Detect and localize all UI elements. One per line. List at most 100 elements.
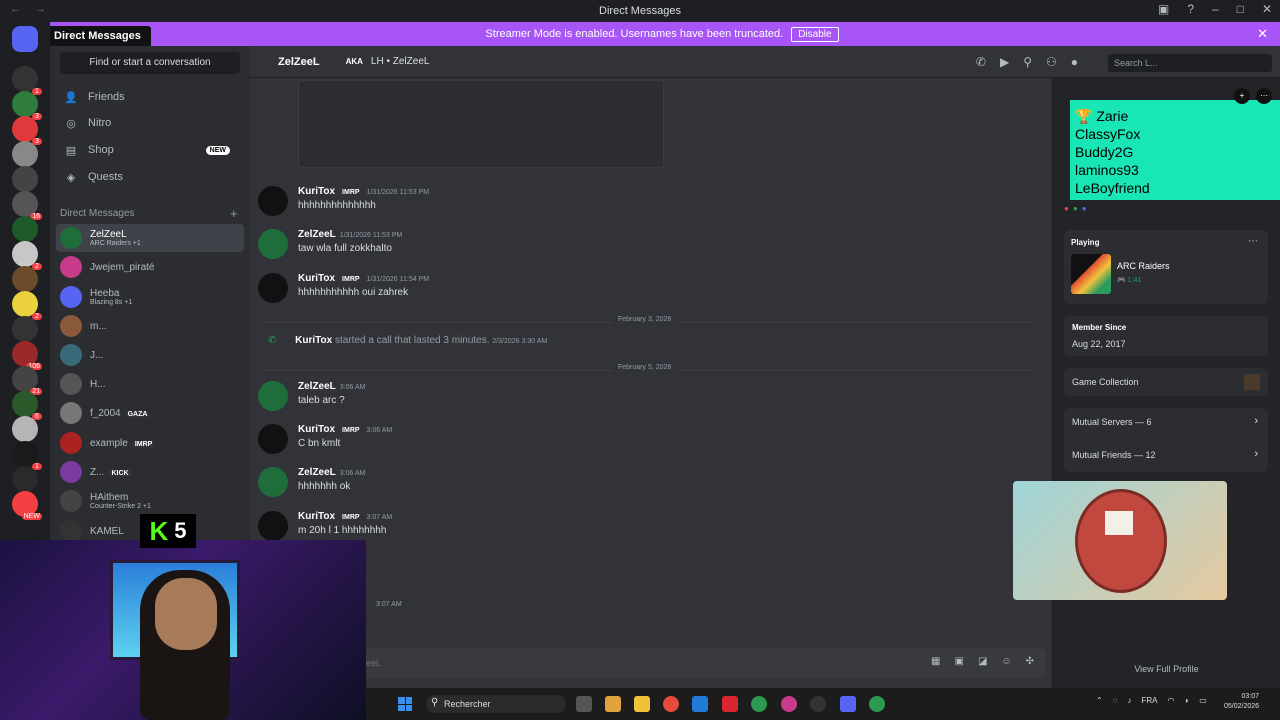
mutual-servers[interactable]: Mutual Servers — 6 bbox=[1072, 417, 1152, 427]
discord-home-icon[interactable] bbox=[12, 26, 38, 52]
emoji-icon[interactable]: ☺ bbox=[1001, 656, 1011, 667]
server-icon[interactable]: 1 bbox=[12, 441, 42, 470]
chat-message[interactable]: ZelZeeL 1/31/2026 11:53 PM taw wla full zo… bbox=[258, 229, 1038, 259]
dm-item[interactable]: Jwejem_piraté bbox=[56, 253, 244, 281]
chat-message[interactable]: KuriTox IMRP 1/31/2026 11:54 PM hhhhhhhhhhh… bbox=[258, 273, 1038, 303]
discord-taskbar-icon[interactable] bbox=[840, 696, 856, 712]
pinned-messages-icon[interactable]: ⚲ bbox=[1023, 55, 1032, 69]
dm-item[interactable]: f_2004 GAZA bbox=[56, 399, 244, 427]
taskbar-clock[interactable]: 03:07 05/02/2026 bbox=[1224, 692, 1259, 712]
game-collection-card[interactable]: Game Collection bbox=[1064, 368, 1268, 396]
server-icon[interactable] bbox=[12, 416, 38, 442]
avatar[interactable] bbox=[258, 381, 288, 411]
sticker-icon[interactable]: ◪ bbox=[978, 656, 987, 667]
chat-message[interactable]: KuriTox IMRP 3:06 AM C bn kmlt bbox=[258, 424, 1038, 454]
server-icon[interactable]: 106 bbox=[12, 341, 42, 370]
voice-call-icon[interactable]: ✆ bbox=[976, 55, 986, 69]
help-icon[interactable]: ? bbox=[1187, 2, 1194, 16]
mic-icon[interactable]: ♪ bbox=[1127, 696, 1131, 705]
nav-shop[interactable]: ▤ Shop NEW bbox=[60, 139, 240, 161]
server-icon[interactable] bbox=[12, 141, 38, 167]
avatar[interactable] bbox=[258, 467, 288, 497]
server-icon[interactable]: NEW bbox=[12, 491, 42, 520]
create-dm-icon[interactable]: + bbox=[230, 206, 238, 221]
dm-item[interactable]: ZelZeeL ARC Raiders +1 bbox=[56, 224, 244, 252]
server-icon[interactable] bbox=[12, 216, 38, 242]
dm-item[interactable]: J... bbox=[56, 341, 244, 369]
windows-start-icon[interactable] bbox=[398, 697, 412, 711]
gif-icon[interactable]: ▣ bbox=[954, 656, 963, 667]
lang-indicator[interactable]: FRA bbox=[1141, 696, 1157, 705]
back-arrow-icon[interactable]: ← bbox=[10, 3, 21, 15]
chat-message[interactable]: KuriTox IMRP 1/31/2026 11:53 PM hhhhhhhhhhh… bbox=[258, 186, 1038, 216]
chrome-profile-icon[interactable] bbox=[869, 696, 885, 712]
copilot-icon[interactable] bbox=[605, 696, 621, 712]
task-view-icon[interactable] bbox=[576, 696, 592, 712]
chrome-profile-icon[interactable] bbox=[751, 696, 767, 712]
add-friends-icon[interactable]: ⚇ bbox=[1046, 55, 1057, 69]
dm-item[interactable]: HAithem Counter-Strike 2 +1 bbox=[56, 487, 244, 515]
nav-friends[interactable]: 👤 Friends bbox=[60, 86, 240, 108]
dm-item[interactable]: H... bbox=[56, 370, 244, 398]
store-icon[interactable] bbox=[692, 696, 708, 712]
avatar[interactable] bbox=[258, 424, 288, 454]
message-input[interactable]: eeL ▦ ▣ ◪ ☺ ✣ bbox=[262, 648, 1046, 678]
chat-message[interactable]: ZelZeeL 3:06 AM taleb arc ? bbox=[258, 381, 1038, 411]
mutual-friends[interactable]: Mutual Friends — 12 bbox=[1072, 450, 1156, 460]
tray-overflow-icon[interactable]: ⌃ bbox=[1096, 696, 1103, 705]
chrome-icon[interactable] bbox=[663, 696, 679, 712]
avatar[interactable] bbox=[258, 229, 288, 259]
view-full-profile-button[interactable]: View Full Profile bbox=[1053, 664, 1280, 684]
network-icon[interactable]: ◌ bbox=[1113, 696, 1118, 705]
server-icon[interactable]: 6 bbox=[12, 391, 42, 420]
server-icon[interactable]: 3 bbox=[12, 91, 42, 120]
server-icon[interactable]: 3 bbox=[12, 116, 42, 145]
server-icon[interactable]: 2 bbox=[12, 241, 42, 270]
chrome-profile-icon[interactable] bbox=[781, 696, 797, 712]
server-icon[interactable]: 2 bbox=[12, 291, 42, 320]
server-icon[interactable] bbox=[12, 166, 38, 192]
close-window-button[interactable]: ✕ bbox=[1262, 2, 1272, 16]
user-profile-icon[interactable]: ● bbox=[1071, 55, 1078, 69]
server-icon[interactable] bbox=[12, 266, 38, 292]
message-author[interactable]: KuriTox bbox=[298, 273, 335, 284]
message-author[interactable]: ZelZeeL bbox=[298, 381, 336, 392]
avatar[interactable] bbox=[258, 186, 288, 216]
video-call-icon[interactable]: ▶ bbox=[1000, 55, 1009, 69]
message-author[interactable]: KuriTox bbox=[298, 186, 335, 197]
maximize-button[interactable]: □ bbox=[1237, 2, 1244, 16]
message-author[interactable]: KuriTox bbox=[298, 424, 335, 435]
forward-arrow-icon[interactable]: → bbox=[35, 3, 46, 15]
minimize-button[interactable]: – bbox=[1212, 2, 1219, 16]
server-icon[interactable]: 21 bbox=[12, 366, 42, 395]
chevron-right-icon[interactable]: › bbox=[1254, 448, 1258, 460]
apps-icon[interactable]: ✣ bbox=[1026, 656, 1034, 667]
battery-icon[interactable]: ▭ bbox=[1199, 696, 1207, 705]
avatar[interactable] bbox=[258, 273, 288, 303]
dm-item[interactable]: m... bbox=[56, 312, 244, 340]
server-icon[interactable]: 16 bbox=[12, 191, 42, 220]
chevron-right-icon[interactable]: › bbox=[1254, 415, 1258, 427]
server-icon[interactable]: 1 bbox=[12, 66, 42, 95]
inbox-icon[interactable]: ▣ bbox=[1158, 2, 1169, 16]
message-author[interactable]: KuriTox bbox=[298, 511, 335, 522]
find-conversation-input[interactable]: Find or start a conversation bbox=[60, 52, 240, 74]
message-author[interactable]: ZelZeeL bbox=[298, 467, 336, 478]
server-icon[interactable] bbox=[12, 466, 38, 492]
more-options-icon[interactable]: ⋯ bbox=[1256, 88, 1272, 104]
chat-message[interactable]: ZelZeeL 3:06 AM hhhhhhh ok bbox=[258, 467, 1038, 497]
avatar[interactable] bbox=[258, 511, 288, 541]
nav-nitro[interactable]: ◎ Nitro bbox=[60, 112, 240, 134]
taskbar-search[interactable]: Rechercher bbox=[426, 695, 566, 713]
volume-icon[interactable]: ◗ bbox=[1184, 696, 1189, 705]
activity-more-icon[interactable]: ⋯ bbox=[1248, 236, 1258, 247]
close-notice-icon[interactable]: ✕ bbox=[1257, 26, 1268, 42]
search-input[interactable]: Search L... bbox=[1108, 54, 1272, 72]
message-author[interactable]: ZelZeeL bbox=[298, 229, 336, 240]
embedded-screenshot[interactable] bbox=[298, 80, 664, 168]
app-icon[interactable] bbox=[810, 696, 826, 712]
call-author[interactable]: KuriTox bbox=[295, 335, 332, 346]
game-stream-overlay[interactable] bbox=[1013, 481, 1227, 600]
wifi-icon[interactable]: ◠ bbox=[1167, 696, 1174, 705]
dm-item[interactable]: Z... KICK bbox=[56, 458, 244, 486]
